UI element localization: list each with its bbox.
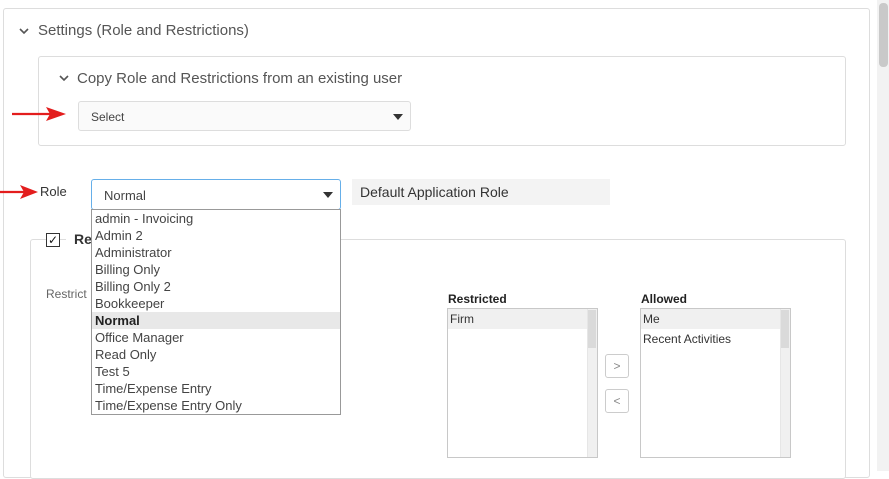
allowed-listbox[interactable]: Me Recent Activities (640, 308, 791, 458)
role-option[interactable]: Time/Expense Entry (92, 380, 340, 397)
role-option[interactable]: Administrator (92, 244, 340, 261)
role-option[interactable]: Office Manager (92, 329, 340, 346)
list-item[interactable]: Firm (448, 309, 597, 329)
allowed-scrollbar-thumb[interactable] (781, 310, 789, 348)
copy-role-collapse-toggle[interactable] (58, 71, 70, 89)
role-dropdown-list[interactable]: admin - Invoicing Admin 2 Administrator … (91, 209, 341, 415)
default-role-label: Default Application Role (352, 179, 610, 205)
role-option[interactable]: Bookkeeper (92, 295, 340, 312)
role-select-value: Normal (104, 188, 146, 203)
role-option[interactable]: Billing Only 2 (92, 278, 340, 295)
chevron-down-icon (323, 192, 333, 198)
role-option-selected[interactable]: Normal (92, 312, 340, 329)
list-item[interactable]: Recent Activities (641, 329, 790, 349)
move-left-button[interactable]: < (605, 389, 629, 413)
restricted-scrollbar-thumb[interactable] (588, 310, 596, 348)
restrictions-checkbox[interactable]: ✓ (46, 233, 60, 247)
copy-user-select-value: Select (91, 110, 125, 124)
chevron-down-icon (393, 114, 403, 120)
chevron-down-icon (59, 75, 69, 82)
move-right-button[interactable]: > (605, 354, 629, 378)
restrictions-field-label: Restrict (46, 287, 87, 301)
settings-title: Settings (Role and Restrictions) (38, 22, 249, 39)
settings-collapse-toggle[interactable] (18, 24, 30, 42)
page-scrollbar[interactable] (877, 0, 889, 471)
restricted-listbox[interactable]: Firm (447, 308, 598, 458)
list-item[interactable]: Me (641, 309, 790, 329)
red-arrow-icon (0, 185, 38, 199)
role-option[interactable]: Test 5 (92, 363, 340, 380)
role-label: Role (40, 184, 67, 199)
copy-role-title: Copy Role and Restrictions from an exist… (77, 70, 403, 87)
role-option[interactable]: Admin 2 (92, 227, 340, 244)
allowed-title: Allowed (641, 292, 688, 306)
chevron-down-icon (19, 28, 29, 35)
red-arrow-icon (12, 107, 66, 121)
page-scrollbar-thumb[interactable] (879, 3, 888, 67)
allowed-scrollbar[interactable] (780, 309, 790, 457)
role-option[interactable]: Time/Expense Entry Only (92, 397, 340, 414)
role-option[interactable]: Read Only (92, 346, 340, 363)
restricted-scrollbar[interactable] (587, 309, 597, 457)
role-select[interactable]: Normal (91, 179, 341, 210)
restricted-title: Restricted (448, 292, 507, 306)
role-option[interactable]: admin - Invoicing (92, 210, 340, 227)
copy-user-select[interactable]: Select (78, 101, 411, 131)
role-option[interactable]: Billing Only (92, 261, 340, 278)
